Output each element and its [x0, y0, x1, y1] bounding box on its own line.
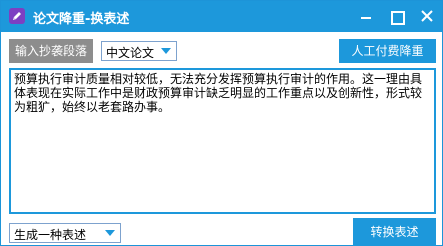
- app-window: 论文降重-换表述 输入抄袭段落 中文论文 人工付费降重 预算执行审计质量相对较低…: [0, 0, 443, 246]
- input-plagiarized-paragraph-button[interactable]: 输入抄袭段落: [9, 39, 93, 63]
- output-mode-select[interactable]: 生成一种表述: [9, 223, 121, 243]
- text-editor[interactable]: 预算执行审计质量相对较低，无法充分发挥预算执行审计的作用。这一理由具体表现在实际…: [9, 68, 436, 214]
- minimize-icon[interactable]: [351, 1, 381, 32]
- paper-language-select[interactable]: 中文论文: [101, 41, 177, 61]
- chevron-down-icon[interactable]: [158, 44, 174, 58]
- title-bar[interactable]: 论文降重-换表述: [1, 1, 442, 32]
- chevron-down-icon[interactable]: [102, 226, 118, 240]
- convert-expression-button[interactable]: 转换表述: [353, 218, 436, 246]
- manual-paid-rewrite-button[interactable]: 人工付费降重: [339, 39, 436, 63]
- close-icon[interactable]: [412, 1, 442, 32]
- maximize-icon[interactable]: [381, 1, 411, 32]
- paper-language-value: 中文论文: [106, 46, 155, 60]
- output-mode-value: 生成一种表述: [14, 228, 87, 242]
- pen-app-icon: [9, 8, 25, 24]
- editor-content[interactable]: 预算执行审计质量相对较低，无法充分发挥预算执行审计的作用。这一理由具体表现在实际…: [14, 72, 432, 114]
- window-title: 论文降重-换表述: [33, 12, 130, 27]
